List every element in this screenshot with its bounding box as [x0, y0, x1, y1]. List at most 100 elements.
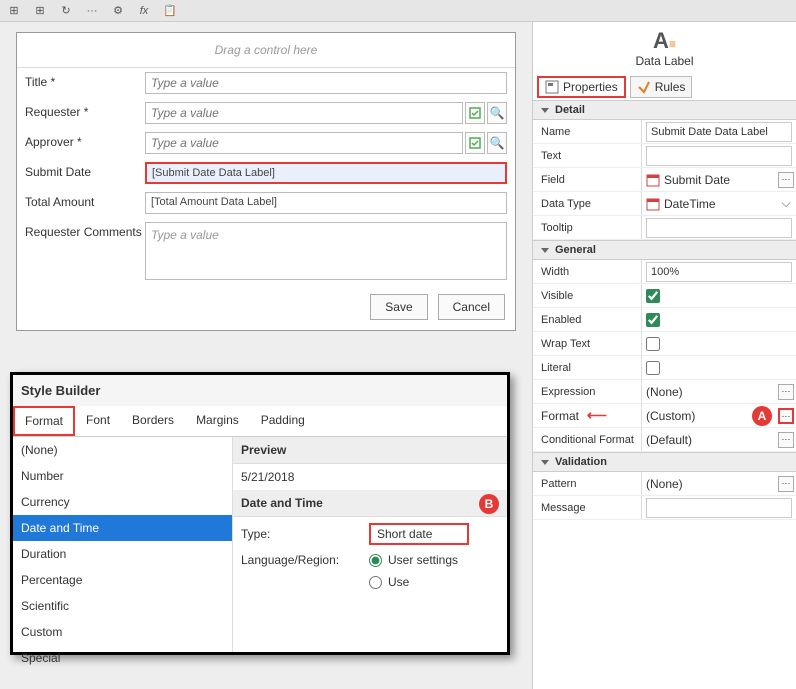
- calendar-icon: [646, 173, 660, 187]
- cat-special[interactable]: Special: [13, 645, 232, 671]
- cat-percentage[interactable]: Percentage: [13, 567, 232, 593]
- comments-input[interactable]: Type a value: [145, 222, 507, 280]
- tab-properties[interactable]: Properties: [537, 76, 626, 98]
- field-value[interactable]: Submit Date: [664, 173, 730, 187]
- name-label: Name: [533, 126, 641, 138]
- pattern-picker[interactable]: ···: [778, 476, 794, 492]
- total-amount-data-label[interactable]: [Total Amount Data Label]: [145, 192, 507, 214]
- cformat-picker[interactable]: ···: [778, 432, 794, 448]
- lang-label: Language/Region:: [241, 553, 361, 567]
- text-input[interactable]: [646, 146, 792, 166]
- approver-search-icon[interactable]: 🔍: [487, 132, 507, 154]
- section-detail[interactable]: Detail: [533, 101, 796, 120]
- cat-scientific[interactable]: Scientific: [13, 593, 232, 619]
- text-label: Text: [533, 150, 641, 162]
- section-general[interactable]: General: [533, 241, 796, 260]
- opt-use[interactable]: Use: [369, 575, 409, 589]
- requester-search-icon[interactable]: 🔍: [487, 102, 507, 124]
- tab-format[interactable]: Format: [13, 406, 75, 436]
- datatype-value[interactable]: DateTime: [664, 197, 716, 211]
- requester-picker-icon[interactable]: [465, 102, 485, 124]
- tb-more[interactable]: ···: [84, 3, 100, 19]
- properties-icon: [545, 80, 559, 94]
- cat-none[interactable]: (None): [13, 437, 232, 463]
- cat-duration[interactable]: Duration: [13, 541, 232, 567]
- tb-grid1[interactable]: ⊞: [6, 3, 22, 19]
- cancel-button[interactable]: Cancel: [438, 294, 505, 320]
- tb-refresh[interactable]: ↻: [58, 3, 74, 19]
- datetime-icon: [646, 197, 660, 211]
- message-input[interactable]: [646, 498, 792, 518]
- tb-gear[interactable]: ⚙: [110, 3, 126, 19]
- submit-date-data-label[interactable]: [Submit Date Data Label]: [145, 162, 507, 184]
- form-canvas: Drag a control here Title * Requester * …: [0, 22, 532, 689]
- approver-input[interactable]: [145, 132, 463, 154]
- wrap-check[interactable]: [646, 337, 660, 351]
- visible-check[interactable]: [646, 289, 660, 303]
- format-value[interactable]: (Custom): [646, 409, 695, 423]
- message-label: Message: [533, 502, 641, 514]
- pattern-value[interactable]: (None): [646, 477, 683, 491]
- total-amount-label: Total Amount: [25, 192, 145, 209]
- requester-input[interactable]: [145, 102, 463, 124]
- literal-check[interactable]: [646, 361, 660, 375]
- enabled-check[interactable]: [646, 313, 660, 327]
- format-picker[interactable]: ···: [778, 408, 794, 424]
- cformat-label: Conditional Format: [533, 434, 641, 446]
- width-input[interactable]: [646, 262, 792, 282]
- tooltip-input[interactable]: [646, 218, 792, 238]
- cat-currency[interactable]: Currency: [13, 489, 232, 515]
- tab-rules[interactable]: Rules: [630, 76, 693, 98]
- wrap-label: Wrap Text: [533, 338, 641, 350]
- format-label: Format ⟵: [533, 407, 641, 424]
- pattern-label: Pattern: [533, 478, 641, 490]
- requester-label: Requester *: [25, 102, 145, 119]
- tb-fx[interactable]: fx: [136, 3, 152, 19]
- detail-header: Date and Time B: [233, 490, 507, 517]
- visible-label: Visible: [533, 290, 641, 302]
- tab-borders[interactable]: Borders: [121, 406, 185, 436]
- properties-pane: A≡ Data Label Properties Rules Detail Na…: [532, 22, 796, 689]
- preview-header: Preview: [233, 437, 507, 464]
- approver-picker-icon[interactable]: [465, 132, 485, 154]
- title-input[interactable]: [145, 72, 507, 94]
- tab-font[interactable]: Font: [75, 406, 121, 436]
- pane-title: Data Label: [533, 54, 796, 68]
- submit-date-label: Submit Date: [25, 162, 145, 179]
- dialog-title: Style Builder: [13, 375, 507, 406]
- cat-number[interactable]: Number: [13, 463, 232, 489]
- opt-user-settings[interactable]: User settings: [369, 553, 458, 567]
- expression-picker[interactable]: ···: [778, 384, 794, 400]
- cat-date-time[interactable]: Date and Time: [13, 515, 232, 541]
- type-label: Type:: [241, 527, 361, 541]
- rules-icon: [637, 80, 651, 94]
- title-label: Title *: [25, 72, 145, 89]
- preview-value: 5/21/2018: [233, 464, 507, 490]
- tb-clip[interactable]: 📋: [162, 3, 178, 19]
- dialog-tabs: Format Font Borders Margins Padding: [13, 406, 507, 437]
- approver-label: Approver *: [25, 132, 145, 149]
- field-picker[interactable]: ···: [778, 172, 794, 188]
- save-button[interactable]: Save: [370, 294, 427, 320]
- section-validation[interactable]: Validation: [533, 453, 796, 472]
- expression-value[interactable]: (None): [646, 385, 683, 399]
- drop-zone[interactable]: Drag a control here: [17, 33, 515, 68]
- type-select[interactable]: Short date: [369, 523, 469, 545]
- format-category-list: (None) Number Currency Date and Time Dur…: [13, 437, 233, 652]
- tab-padding[interactable]: Padding: [250, 406, 316, 436]
- badge-b: B: [479, 494, 499, 514]
- cformat-value[interactable]: (Default): [646, 433, 692, 447]
- tb-grid2[interactable]: ⊞: [32, 3, 48, 19]
- cat-custom[interactable]: Custom: [13, 619, 232, 645]
- field-label: Field: [533, 174, 641, 186]
- datatype-dropdown[interactable]: ⌵: [778, 196, 794, 211]
- arrow-icon: ⟵: [583, 407, 607, 423]
- comments-label: Requester Comments: [25, 222, 145, 239]
- literal-label: Literal: [533, 362, 641, 374]
- designer-toolbar: ⊞ ⊞ ↻ ··· ⚙ fx 📋: [0, 0, 796, 22]
- tooltip-label: Tooltip: [533, 222, 641, 234]
- form: Drag a control here Title * Requester * …: [16, 32, 516, 331]
- name-input[interactable]: [646, 122, 792, 142]
- tab-margins[interactable]: Margins: [185, 406, 250, 436]
- expression-label: Expression: [533, 386, 641, 398]
